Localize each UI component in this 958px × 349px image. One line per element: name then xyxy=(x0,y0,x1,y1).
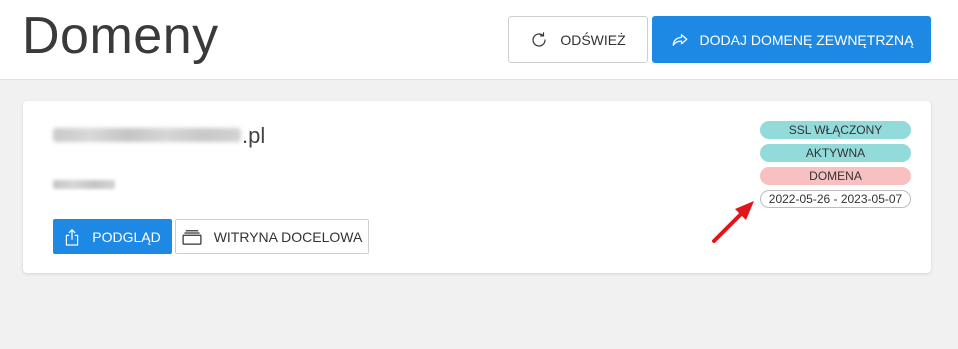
preview-button-label: PODGLĄD xyxy=(92,228,161,245)
preview-button[interactable]: PODGLĄD xyxy=(53,219,172,254)
refresh-button-label: ODŚWIEŻ xyxy=(560,31,626,48)
red-arrow-icon xyxy=(712,201,754,243)
add-external-domain-label: DODAJ DOMENĘ ZEWNĘTRZNĄ xyxy=(699,31,914,48)
target-site-button-label: WITRYNA DOCELOWA xyxy=(213,228,363,245)
domain-subtitle xyxy=(53,180,115,189)
blurred-subtitle-text xyxy=(53,180,115,189)
domain-card: .pl PODGLĄD WITRYNA DOCELOWA SSL WŁĄCZON… xyxy=(23,101,931,273)
layers-icon xyxy=(182,229,202,245)
domain-type-badge: DOMENA xyxy=(760,167,911,185)
add-external-domain-button[interactable]: DODAJ DOMENĘ ZEWNĘTRZNĄ xyxy=(652,16,931,63)
ssl-status-badge: SSL WŁĄCZONY xyxy=(760,121,911,139)
upload-icon xyxy=(66,228,79,246)
validity-dates-badge: 2022-05-26 - 2023-05-07 xyxy=(760,190,911,208)
header-bar: Domeny ODŚWIEŻ DODAJ DOMENĘ ZEWNĘTRZNĄ xyxy=(0,0,958,80)
domain-name-suffix: .pl xyxy=(242,123,266,148)
share-forward-icon xyxy=(672,33,687,46)
domain-name: .pl xyxy=(53,123,265,149)
blurred-domain-text xyxy=(53,128,241,142)
page-title: Domeny xyxy=(22,7,219,65)
target-site-button[interactable]: WITRYNA DOCELOWA xyxy=(175,219,369,254)
active-status-badge: AKTYWNA xyxy=(760,144,911,162)
refresh-icon xyxy=(532,31,546,47)
refresh-button[interactable]: ODŚWIEŻ xyxy=(508,16,648,63)
